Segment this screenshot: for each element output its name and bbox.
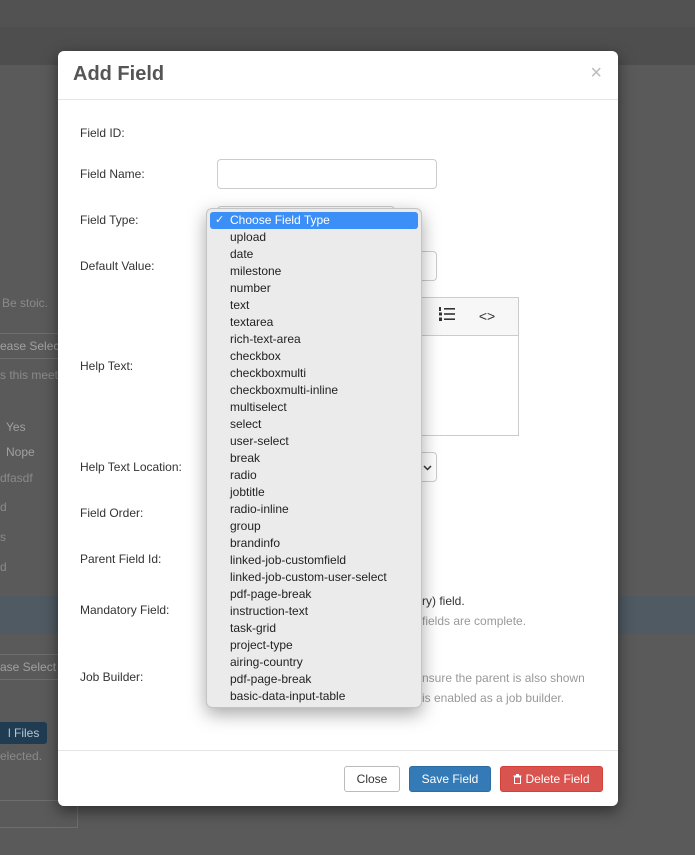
dropdown-option[interactable]: radio-inline (210, 501, 418, 518)
dropdown-option[interactable]: project-type (210, 637, 418, 654)
dropdown-option[interactable]: linked-job-custom-user-select (210, 569, 418, 586)
parent-field-id-label: Parent Field Id: (80, 552, 162, 566)
dropdown-option[interactable]: text (210, 297, 418, 314)
dropdown-option[interactable]: ✓ Choose Field Type (210, 212, 418, 229)
delete-field-label: Delete Field (525, 772, 590, 786)
field-type-dropdown[interactable]: ✓ Choose Field Type upload date milestone… (206, 208, 422, 708)
bg-text: Nope (6, 445, 35, 459)
dropdown-option[interactable]: milestone (210, 263, 418, 280)
modal-footer: Close Save Field Delete Field (58, 750, 618, 806)
close-button[interactable]: Close (344, 766, 400, 792)
help-text-location-label: Help Text Location: (80, 460, 182, 474)
dropdown-option[interactable]: pdf-page-break (210, 586, 418, 603)
dropdown-option[interactable]: rich-text-area (210, 331, 418, 348)
code-view-icon[interactable]: <> (476, 306, 498, 326)
ordered-list-icon[interactable] (436, 306, 458, 326)
dropdown-option[interactable]: radio (210, 467, 418, 484)
bg-topbar (0, 0, 695, 27)
dropdown-option[interactable]: number (210, 280, 418, 297)
bg-text: d (0, 560, 7, 574)
chevron-down-icon (423, 465, 432, 471)
dropdown-option[interactable]: pdf-page-break (210, 671, 418, 688)
dropdown-option[interactable]: checkboxmulti-inline (210, 382, 418, 399)
dropdown-option[interactable]: brandinfo (210, 535, 418, 552)
dropdown-option[interactable]: jobtitle (210, 484, 418, 501)
bg-text: s (0, 530, 6, 544)
field-order-label: Field Order: (80, 506, 144, 520)
dropdown-option[interactable]: airing-country (210, 654, 418, 671)
mandatory-help-subtext: fields are complete. (422, 614, 527, 628)
bg-text: Be stoic. (2, 296, 49, 310)
dropdown-option[interactable]: textarea (210, 314, 418, 331)
bg-text: d (0, 500, 7, 514)
dropdown-option[interactable]: break (210, 450, 418, 467)
bg-text: dfasdf (0, 471, 33, 485)
field-id-label: Field ID: (80, 126, 125, 140)
dropdown-option[interactable]: basic-data-input-table (210, 688, 418, 705)
bg-text: elected. (0, 749, 43, 763)
dropdown-option[interactable]: user-select (210, 433, 418, 450)
dropdown-option[interactable]: upload (210, 229, 418, 246)
field-name-input[interactable] (217, 159, 437, 189)
dropdown-option[interactable]: multiselect (210, 399, 418, 416)
bg-text: ease Select (0, 339, 63, 353)
field-type-label: Field Type: (80, 213, 139, 227)
field-name-label: Field Name: (80, 167, 145, 181)
checkmark-icon: ✓ (215, 214, 225, 226)
dropdown-option[interactable]: date (210, 246, 418, 263)
dropdown-option[interactable]: checkboxmulti (210, 365, 418, 382)
help-text-label: Help Text: (80, 359, 134, 373)
bg-text: Yes (6, 420, 26, 434)
modal-title: Add Field (73, 63, 165, 85)
job-builder-help-subtext: is enabled as a job builder. (422, 691, 565, 705)
job-builder-help-text: nsure the parent is also shown (422, 671, 585, 685)
mandatory-field-label: Mandatory Field: (80, 603, 170, 617)
bg-text: ase Select (0, 660, 57, 674)
dropdown-option[interactable]: select (210, 416, 418, 433)
modal-header: Add Field × (58, 51, 618, 100)
bg-files-button: l Files (0, 722, 48, 744)
dropdown-option[interactable]: checkbox (210, 348, 418, 365)
close-icon[interactable]: × (590, 63, 602, 83)
dropdown-option[interactable]: instruction-text (210, 603, 418, 620)
bg-text: s this meet (0, 368, 59, 382)
trash-icon (513, 774, 522, 784)
dropdown-option[interactable]: task-grid (210, 620, 418, 637)
job-builder-label: Job Builder: (80, 670, 144, 684)
dropdown-option[interactable]: linked-job-customfield (210, 552, 418, 569)
delete-field-button[interactable]: Delete Field (500, 766, 603, 792)
mandatory-help-text: ry) field. (422, 594, 465, 608)
ordered-list-icon (439, 307, 455, 321)
save-field-button[interactable]: Save Field (409, 766, 491, 792)
dropdown-option[interactable]: group (210, 518, 418, 535)
default-value-label: Default Value: (80, 259, 155, 273)
